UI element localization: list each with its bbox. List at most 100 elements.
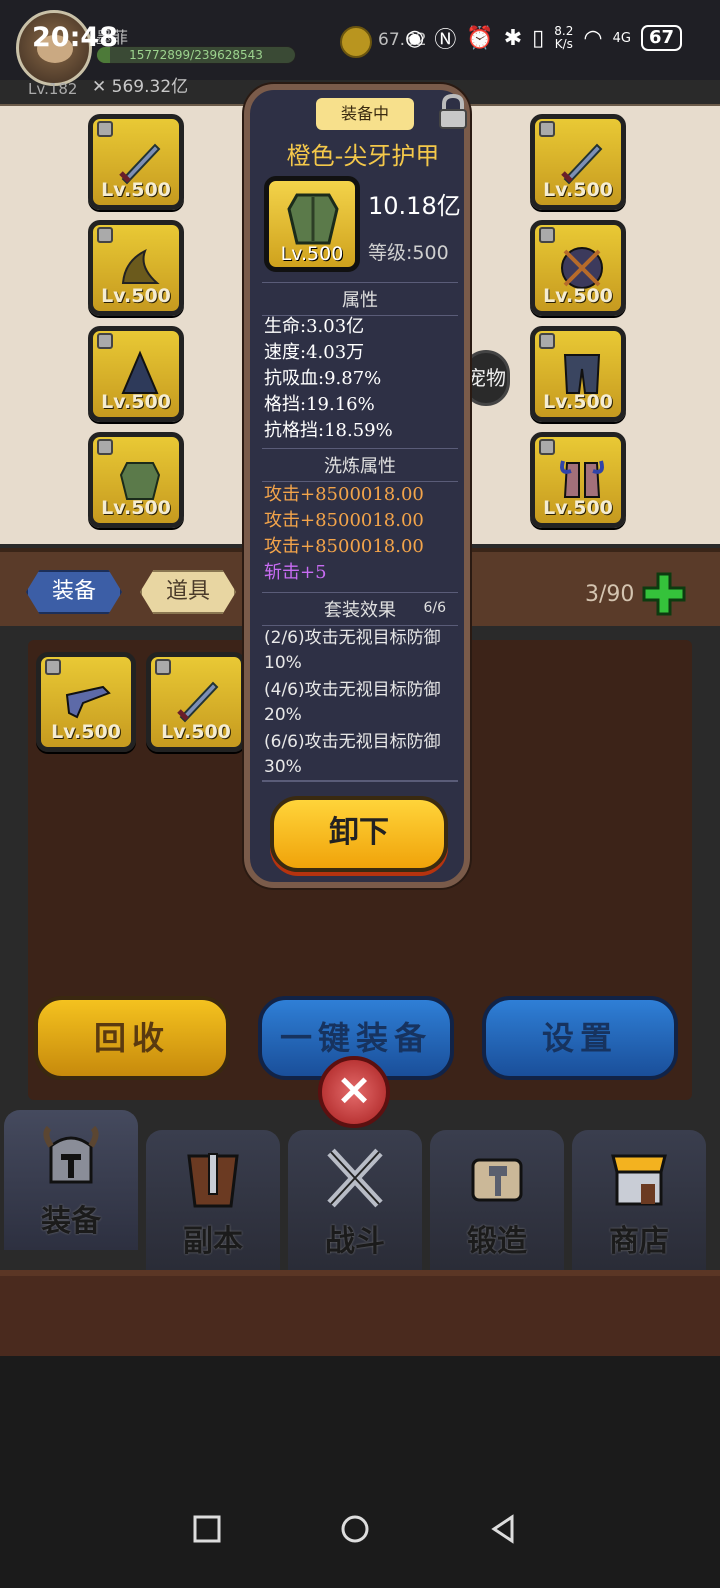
alarm-icon: ⏰ — [466, 25, 494, 51]
nav-label: 副本 — [183, 1224, 243, 1259]
slot-level: Lv.500 — [101, 285, 171, 307]
lock-icon — [97, 333, 113, 349]
equip-slot-shield[interactable]: Lv.500 — [530, 220, 626, 316]
attribute-line: 生命:3.03亿 — [264, 316, 365, 337]
slot-level: Lv.500 — [101, 391, 171, 413]
dungeon-sword-icon — [187, 1153, 239, 1208]
refine-line: 攻击+8500018.00 — [264, 484, 424, 505]
combat-power: ✕ 569.32亿 — [92, 72, 188, 97]
recent-apps-icon[interactable] — [192, 1514, 222, 1544]
network-speed: 8.2 K/s — [554, 25, 573, 51]
divider — [262, 780, 458, 782]
lock-icon — [97, 439, 113, 455]
lock-icon — [539, 439, 555, 455]
refine-line: 攻击+8500018.00 — [264, 510, 424, 531]
slot-level: Lv.500 — [543, 285, 613, 307]
lock-icon — [539, 121, 555, 137]
clock: 20:48 — [32, 22, 118, 53]
attribute-line: 格挡:19.16% — [264, 394, 375, 415]
add-capacity-icon[interactable] — [642, 572, 686, 616]
nav-equipment[interactable]: 装备 — [4, 1110, 138, 1250]
spear-icon — [177, 681, 219, 723]
lock-icon — [539, 227, 555, 243]
item-level: Lv.500 — [280, 243, 344, 265]
bluetooth-icon: ✱ — [503, 25, 523, 51]
armor-icon — [287, 193, 339, 245]
item-grade: 等级:500 — [368, 242, 449, 264]
signal-label: 4G — [612, 30, 631, 46]
slot-level: Lv.500 — [543, 391, 613, 413]
exp-bar: 15772899/239628543 — [96, 46, 296, 64]
nav-shop[interactable]: 商店 — [572, 1130, 706, 1270]
lock-icon — [155, 659, 171, 675]
equipped-tag: 装备中 — [316, 98, 414, 130]
equip-slot-pants[interactable]: Lv.500 — [530, 326, 626, 422]
crossed-swords-icon: ✕ — [92, 77, 112, 97]
speed-value: 8.2 — [554, 24, 574, 38]
combat-power-value: 569.32亿 — [111, 77, 189, 97]
lock-icon — [539, 333, 555, 349]
slot-level: Lv.500 — [101, 497, 171, 519]
player-level: Lv.182 — [28, 80, 78, 98]
battery-indicator: 67 — [640, 25, 682, 51]
equip-slot-armor[interactable]: Lv.500 — [88, 432, 184, 528]
slot-level: Lv.500 — [101, 179, 171, 201]
equip-slot-cloak[interactable]: Lv.500 — [88, 326, 184, 422]
inventory-item[interactable]: Lv.500 — [36, 652, 136, 752]
lock-icon[interactable] — [436, 94, 470, 130]
item-detail-popup: 装备中 橙色-尖牙护甲 Lv.500 10.18亿 等级:500 属性 生命:3… — [244, 84, 470, 888]
equip-slot-weapon[interactable]: Lv.500 — [88, 114, 184, 210]
slot-level: Lv.500 — [543, 179, 613, 201]
wifi-icon: ◠ — [583, 25, 603, 51]
slot-level: Lv.500 — [543, 497, 613, 519]
tab-equipment[interactable]: 装备 — [26, 570, 123, 614]
item-icon-box: Lv.500 — [264, 176, 360, 272]
set-effect: (2/6)攻击无视目标防御10% — [264, 628, 441, 673]
nav-battle[interactable]: 战斗 — [288, 1130, 422, 1270]
nav-label: 战斗 — [325, 1224, 385, 1259]
gun-icon — [65, 685, 111, 719]
close-popup-button[interactable]: × — [318, 1056, 390, 1128]
attribute-line: 速度:4.03万 — [264, 342, 365, 363]
equip-slot-spear[interactable]: Lv.500 — [530, 114, 626, 210]
attribute-line: 抗吸血:9.87% — [264, 368, 382, 389]
unequip-button[interactable]: 卸下 — [270, 796, 448, 872]
refine-header: 洗炼属性 — [262, 448, 458, 482]
nav-dungeon[interactable]: 副本 — [146, 1130, 280, 1270]
set-effect: (4/6)攻击无视目标防御20% — [264, 680, 441, 725]
inventory-count: 3/90 — [585, 582, 635, 607]
home-icon[interactable] — [340, 1514, 370, 1544]
nfc-icon: Ⓝ — [434, 28, 457, 53]
nav-label: 商店 — [609, 1224, 669, 1259]
eye-icon: ◉ — [405, 25, 425, 51]
set-effect: (6/6)攻击无视目标防御30% — [264, 732, 441, 777]
game-screen: 墨菲 15772899/239628543 67.62 20:48 ◉ Ⓝ ⏰ … — [0, 0, 720, 1588]
attribute-line: 抗格挡:18.59% — [264, 420, 393, 441]
item-level: Lv.500 — [161, 721, 231, 743]
attributes-header: 属性 — [262, 282, 458, 316]
tab-items[interactable]: 道具 — [140, 570, 237, 614]
vibrate-icon: ▯ — [532, 25, 545, 51]
inventory-item[interactable]: Lv.500 — [146, 652, 246, 752]
set-count: 6/6 — [423, 600, 446, 616]
speed-unit: K/s — [554, 37, 573, 51]
nav-forge[interactable]: 锻造 — [430, 1130, 564, 1270]
crossed-swords-icon — [327, 1148, 383, 1208]
item-power: 10.18亿 — [368, 192, 461, 220]
equip-slot-boots[interactable]: Lv.500 — [530, 432, 626, 528]
system-navigation-bar — [0, 1356, 720, 1588]
viking-helmet-icon — [43, 1126, 99, 1184]
lock-icon — [45, 659, 61, 675]
exp-text: 15772899/239628543 — [129, 48, 263, 62]
status-icons: ◉ Ⓝ ⏰ ✱ ▯ 8.2 K/s ◠ 4G 67 — [405, 22, 682, 54]
footer-strip — [0, 1270, 720, 1356]
settings-button[interactable]: 设置 — [482, 996, 678, 1080]
refine-line: 斩击+5 — [264, 562, 327, 583]
lock-icon — [97, 227, 113, 243]
back-icon[interactable] — [488, 1514, 518, 1544]
shop-icon — [611, 1154, 667, 1206]
equip-slot-helmet[interactable]: Lv.500 — [88, 220, 184, 316]
recycle-button[interactable]: 回收 — [34, 996, 230, 1080]
nav-label: 锻造 — [467, 1224, 527, 1259]
refine-line: 攻击+8500018.00 — [264, 536, 424, 557]
